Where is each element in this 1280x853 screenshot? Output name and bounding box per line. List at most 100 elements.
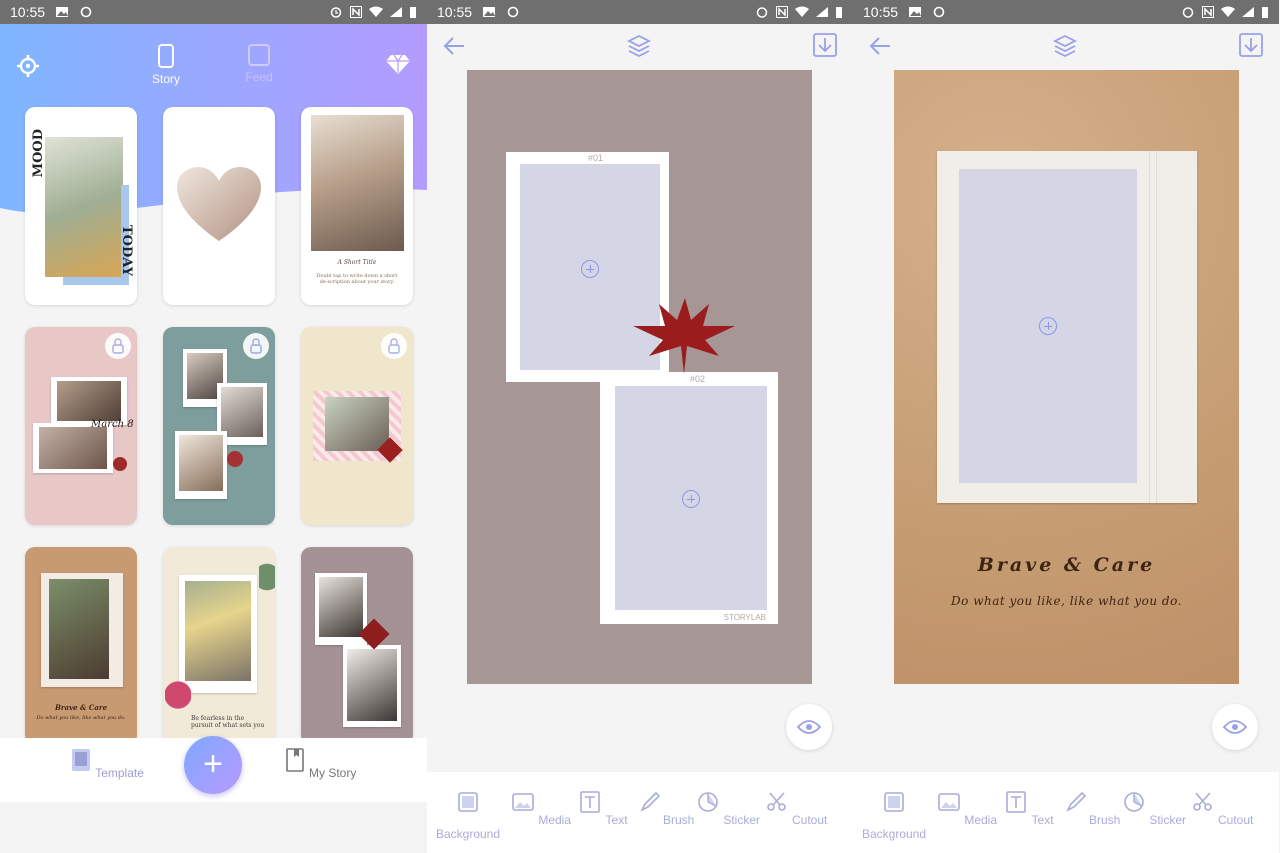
gallery-icon xyxy=(483,7,496,17)
flower-icon xyxy=(165,677,191,737)
create-story-button[interactable]: + xyxy=(184,736,242,794)
sticker-icon xyxy=(1124,792,1144,812)
tool-sticker[interactable]: Sticker xyxy=(690,790,766,827)
heart-photo xyxy=(177,167,261,241)
brush-icon xyxy=(1065,791,1086,812)
add-photo-icon[interactable] xyxy=(581,260,599,278)
template-card[interactable]: March 8 xyxy=(25,327,137,525)
nfc-icon xyxy=(1202,6,1214,18)
sync-icon xyxy=(933,6,945,18)
eye-icon xyxy=(1223,720,1247,734)
story-subtitle[interactable]: Do what you like, like what you do. xyxy=(894,594,1239,608)
add-photo-icon[interactable] xyxy=(682,490,700,508)
story-title[interactable]: Brave & Care xyxy=(894,554,1239,576)
card-body: Do what you like, like what you do. xyxy=(36,715,126,721)
template-card[interactable] xyxy=(301,547,413,745)
mood-text: MOOD xyxy=(31,129,46,178)
status-bar: 10:55 xyxy=(0,0,427,24)
story-canvas[interactable]: #01 #02 STORYLAB xyxy=(467,70,812,684)
preview-button[interactable] xyxy=(1212,704,1258,750)
tool-text-label: Text xyxy=(1031,813,1054,827)
editor-screen-collage: 10:55 #01 #02 STORYLAB Background Media … xyxy=(427,0,853,853)
template-photo xyxy=(57,381,121,421)
tool-sticker[interactable]: Sticker xyxy=(1116,790,1192,827)
text-icon xyxy=(1006,791,1027,813)
rose-icon xyxy=(113,457,127,471)
photo-frame xyxy=(937,151,1197,503)
template-card[interactable] xyxy=(163,107,275,305)
download-icon[interactable] xyxy=(1239,33,1263,59)
background-icon xyxy=(458,792,478,812)
tool-background[interactable]: Background xyxy=(430,790,506,841)
premium-diamond-icon[interactable] xyxy=(385,52,411,76)
tool-background-label: Background xyxy=(861,827,927,841)
layers-icon[interactable] xyxy=(1053,34,1077,58)
battery-icon xyxy=(410,7,416,18)
card-body: Doubl tap to write down a short de-scrip… xyxy=(316,273,398,285)
tool-background[interactable]: Background xyxy=(856,790,932,841)
tool-cutout[interactable]: Cutout xyxy=(1184,790,1260,827)
signal-icon xyxy=(390,7,402,17)
nfc-icon xyxy=(776,6,788,18)
template-photo xyxy=(347,649,397,721)
status-time: 10:55 xyxy=(437,4,473,20)
template-card[interactable]: A Short Title Doubl tap to write down a … xyxy=(301,107,413,305)
status-time: 10:55 xyxy=(863,4,899,20)
mode-feed-tab[interactable]: Feed xyxy=(234,44,284,84)
template-photo xyxy=(45,137,123,277)
tool-text-label: Text xyxy=(605,813,628,827)
template-photo xyxy=(185,581,251,681)
photo-frame xyxy=(179,575,257,693)
editor-top-bar xyxy=(853,30,1279,66)
download-icon[interactable] xyxy=(813,33,837,59)
brush-icon xyxy=(639,791,660,812)
template-card[interactable]: Brave & Care Do what you like, like what… xyxy=(25,547,137,745)
phone-icon xyxy=(158,44,174,68)
leaf-icon xyxy=(259,547,275,607)
template-photo xyxy=(319,577,363,637)
eye-icon xyxy=(797,720,821,734)
sticker-icon xyxy=(698,792,718,812)
photo-frame-2: #02 STORYLAB xyxy=(600,372,778,624)
lock-icon xyxy=(381,333,407,359)
editor-top-bar xyxy=(427,30,853,66)
cutout-icon xyxy=(766,792,786,811)
add-photo-icon[interactable] xyxy=(1039,317,1057,335)
preview-button[interactable] xyxy=(786,704,832,750)
slot-label-1: #01 xyxy=(588,153,604,163)
maple-leaf-sticker[interactable] xyxy=(629,296,739,376)
template-card[interactable] xyxy=(163,327,275,525)
tool-sticker-label: Sticker xyxy=(723,813,761,827)
wifi-icon xyxy=(1221,6,1235,17)
photo-frame xyxy=(41,573,123,687)
template-card[interactable]: Be fearless in the pursuit of what sets … xyxy=(163,547,275,745)
template-card[interactable] xyxy=(301,327,413,525)
nav-template-label: Template xyxy=(95,766,144,780)
card-body: Be fearless in the pursuit of what sets … xyxy=(191,715,265,729)
tape-strip xyxy=(1149,151,1157,503)
text-icon xyxy=(580,791,601,813)
tool-cutout-label: Cutout xyxy=(791,813,828,827)
tool-sticker-label: Sticker xyxy=(1149,813,1187,827)
home-top-bar: Story Feed xyxy=(0,40,427,100)
settings-gear-icon[interactable] xyxy=(16,54,40,78)
template-card[interactable]: MOOD TODAY xyxy=(25,107,137,305)
template-photo xyxy=(49,579,109,679)
back-arrow-icon[interactable] xyxy=(869,36,891,56)
tool-cutout[interactable]: Cutout xyxy=(758,790,834,827)
story-canvas[interactable]: Brave & Care Do what you like, like what… xyxy=(894,70,1239,684)
nfc-icon xyxy=(350,6,362,18)
mode-story-tab[interactable]: Story xyxy=(141,44,191,86)
back-arrow-icon[interactable] xyxy=(443,36,465,56)
battery-icon xyxy=(1262,7,1268,18)
media-icon xyxy=(512,793,534,811)
nav-template[interactable]: Template xyxy=(62,748,152,780)
square-icon xyxy=(248,44,270,66)
storylab-watermark: STORYLAB xyxy=(723,613,766,622)
gallery-icon xyxy=(56,7,69,17)
nav-my-story-label: My Story xyxy=(309,766,357,780)
home-screen: 10:55 Story Feed MOOD TODAY A Short Titl… xyxy=(0,0,427,853)
template-photo xyxy=(325,397,389,451)
layers-icon[interactable] xyxy=(627,34,651,58)
nav-my-story[interactable]: My Story xyxy=(275,748,365,780)
